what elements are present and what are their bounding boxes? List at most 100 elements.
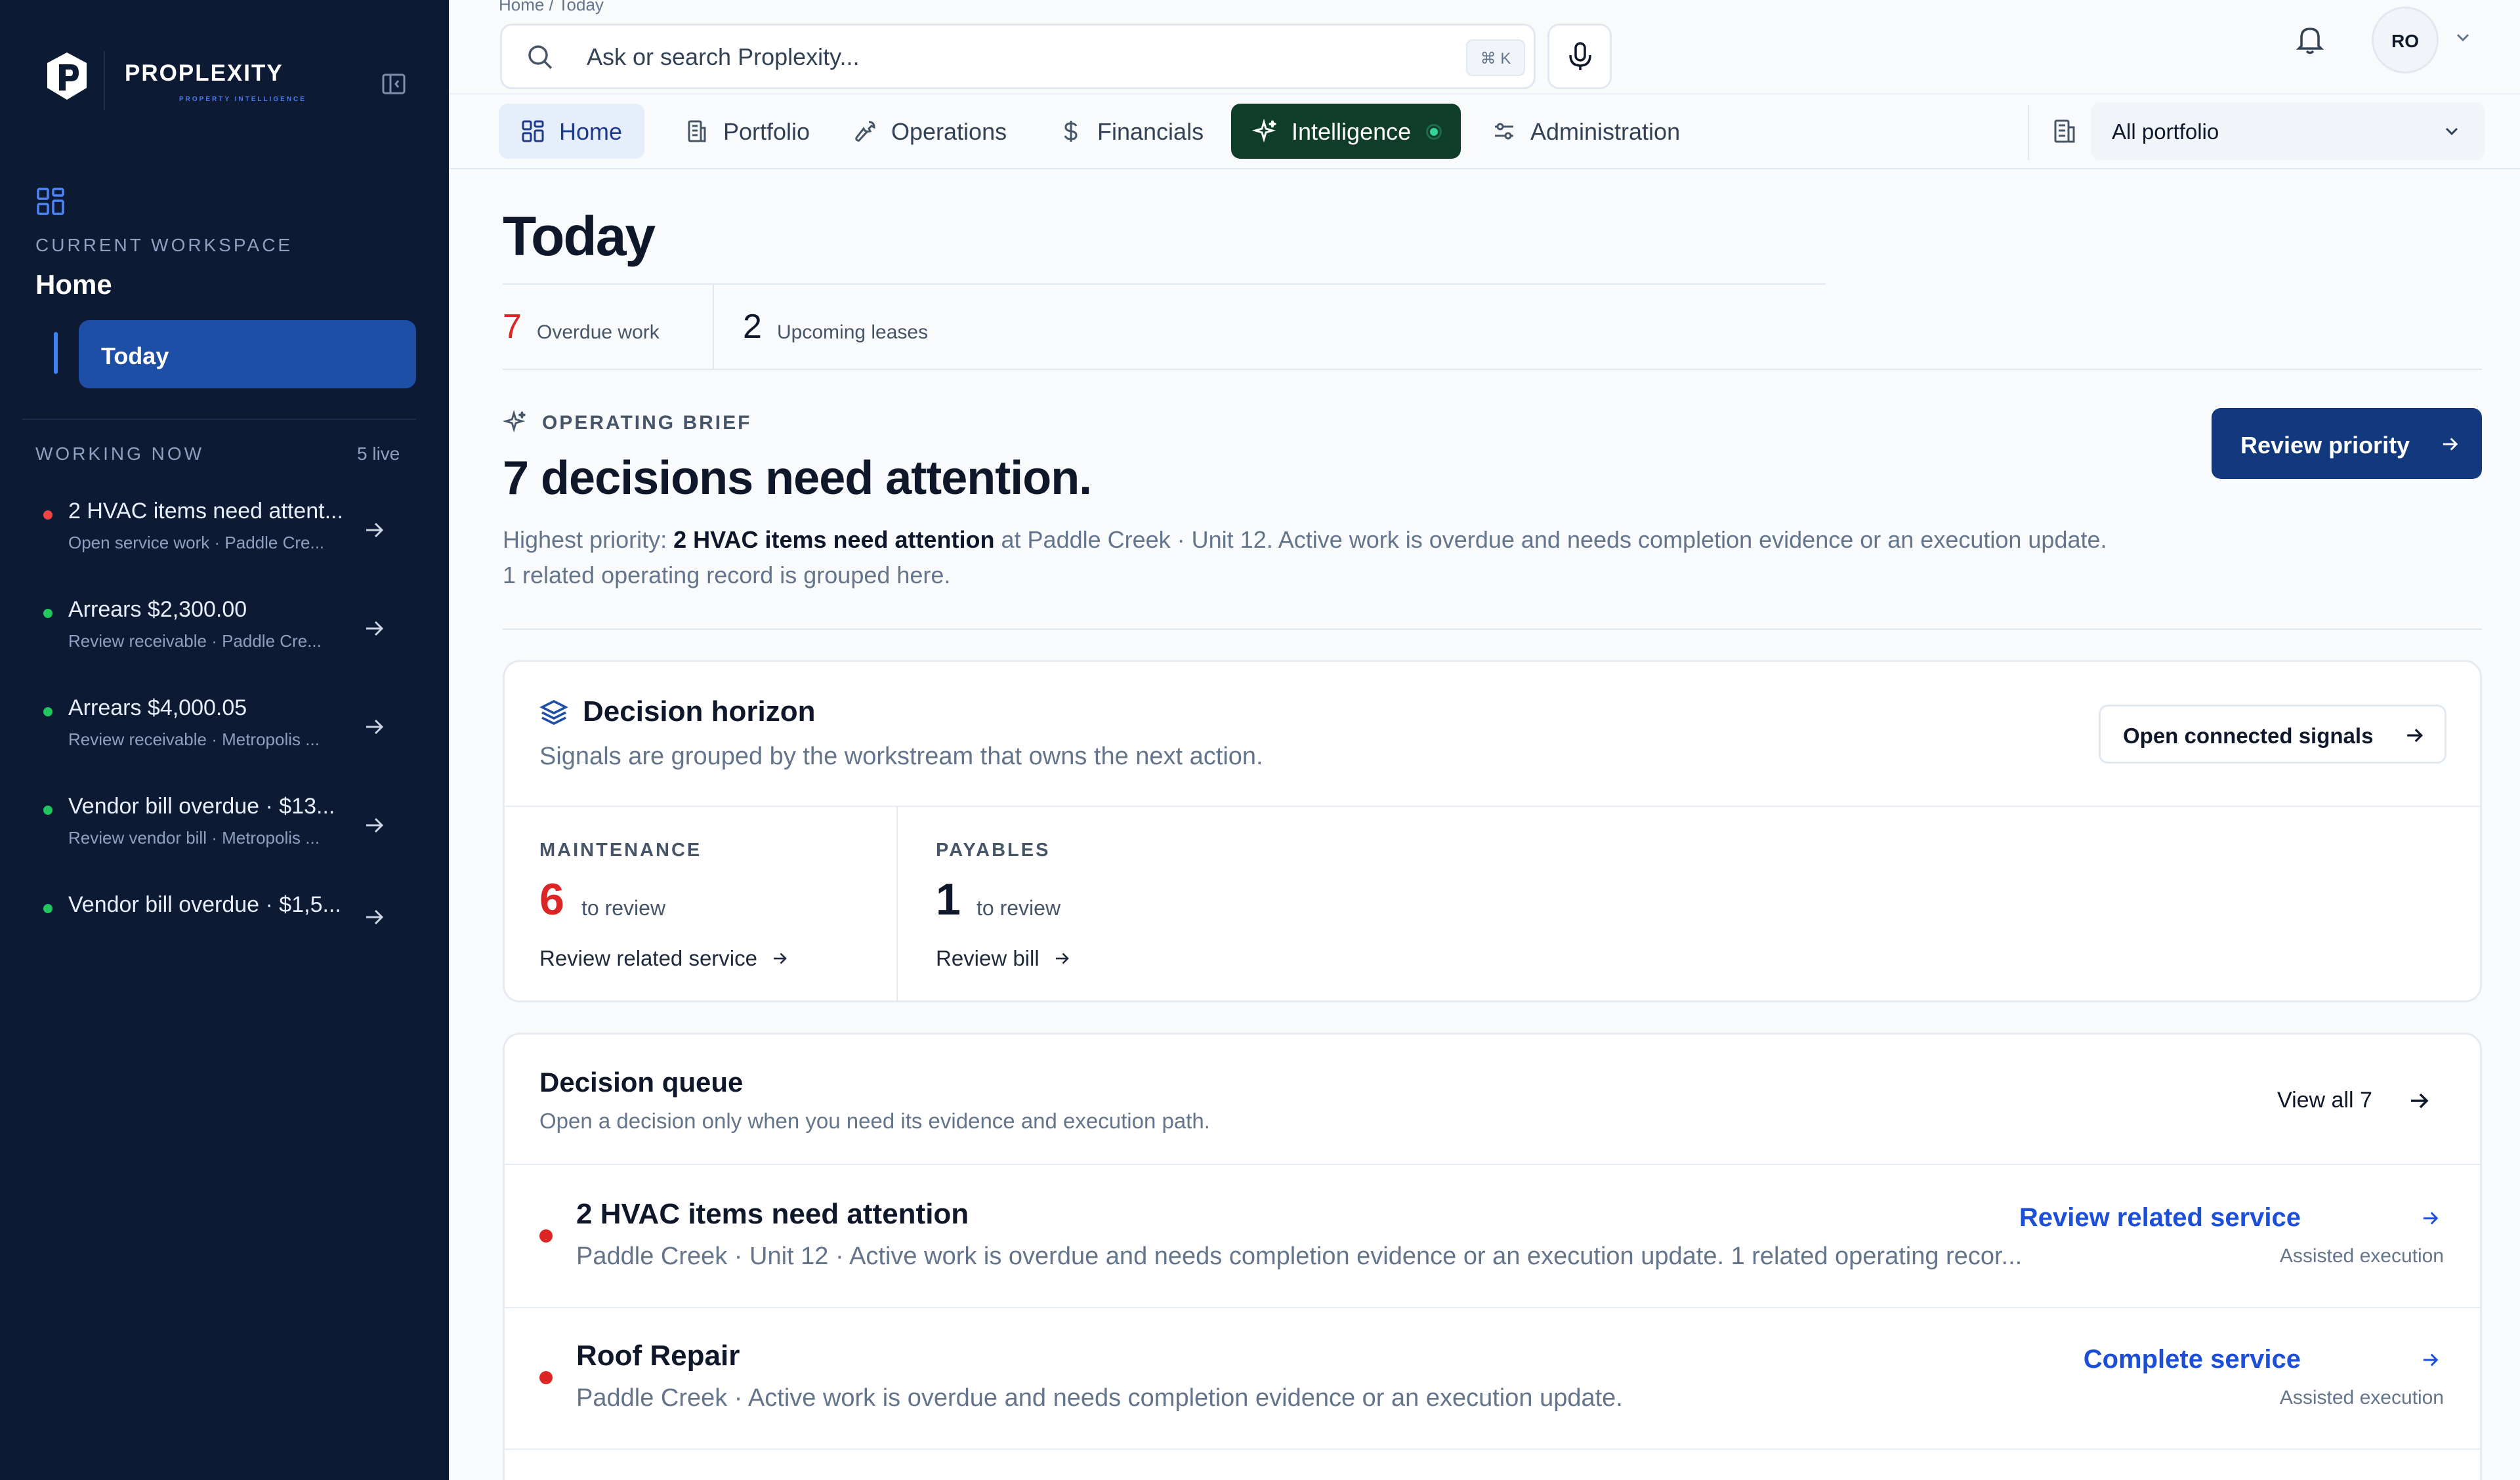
search-icon — [525, 42, 555, 72]
tab-portfolio[interactable]: Portfolio — [663, 104, 820, 159]
priority-dot — [539, 1371, 553, 1384]
review-priority-button[interactable]: Review priority — [2212, 408, 2482, 479]
chevron-down-icon[interactable] — [2453, 28, 2473, 47]
working-item[interactable]: Arrears $2,300.00 Review receivable · Pa… — [35, 597, 416, 669]
tab-administration[interactable]: Administration — [1470, 104, 1713, 159]
upcoming-leases-count[interactable]: 2 — [743, 307, 762, 346]
arrow-right-icon — [1055, 953, 1069, 964]
wrench-icon — [852, 118, 878, 144]
nav-divider — [2028, 105, 2029, 160]
stats-top-divider — [503, 283, 1826, 285]
link-label: Review related service — [539, 946, 757, 970]
tab-home[interactable]: Home — [499, 104, 644, 159]
payables-label: PAYABLES — [936, 840, 1051, 861]
sliders-icon — [1491, 118, 1517, 144]
layers-icon — [539, 698, 568, 727]
working-now-count: 5 live — [357, 443, 400, 464]
sidebar-collapse-icon[interactable] — [381, 71, 407, 97]
tab-label: Portfolio — [723, 118, 810, 145]
tab-financials[interactable]: Financials — [1037, 104, 1227, 159]
building-icon — [684, 118, 710, 144]
working-item[interactable]: Vendor bill overdue · $1,5... — [35, 892, 416, 964]
decision-horizon-title: Decision horizon — [583, 695, 816, 728]
working-item-title: Arrears $4,000.05 — [68, 695, 247, 720]
arrow-right-icon — [2407, 728, 2424, 743]
maintenance-count: 6 — [539, 874, 564, 924]
arrow-right-icon[interactable] — [2419, 1207, 2441, 1229]
sparkle-icon — [503, 409, 528, 434]
tab-label: Financials — [1097, 118, 1204, 145]
sparkle-icon — [1252, 118, 1278, 144]
brand-divider — [104, 51, 105, 110]
brand-tagline: PROPERTY INTELLIGENCE — [179, 96, 306, 103]
status-dot — [43, 609, 52, 618]
tab-intelligence[interactable]: Intelligence — [1231, 104, 1461, 159]
button-label: Open connected signals — [2123, 724, 2374, 748]
working-item[interactable]: 2 HVAC items need attent... Open service… — [35, 499, 416, 571]
status-dot — [43, 707, 52, 716]
review-bill-link[interactable]: Review bill — [936, 946, 1072, 971]
arrow-right-icon — [361, 615, 387, 642]
working-item-subtitle: Review receivable · Metropolis ... — [68, 730, 320, 749]
breadcrumb[interactable]: Home / Today — [499, 0, 604, 15]
queue-item-title[interactable]: 2 HVAC items need attention — [576, 1198, 969, 1231]
sidebar-item-today[interactable]: Today — [79, 320, 416, 388]
working-now-label: WORKING NOW — [35, 443, 205, 464]
live-indicator-dot — [1428, 126, 1440, 138]
open-connected-signals-button[interactable]: Open connected signals — [2099, 705, 2446, 764]
complete-service-action[interactable]: Complete service — [2084, 1345, 2301, 1374]
arrow-right-icon[interactable] — [2419, 1349, 2441, 1371]
queue-item-subtitle: Paddle Creek · Unit 12 · Active work is … — [576, 1243, 2023, 1270]
working-item-title: 2 HVAC items need attent... — [68, 499, 343, 524]
working-item[interactable]: Arrears $4,000.05 Review receivable · Me… — [35, 695, 416, 768]
brand-name: PROPLEXITY — [125, 60, 284, 86]
upcoming-leases-label: Upcoming leases — [777, 321, 929, 343]
payables-count-label: to review — [976, 896, 1061, 920]
arrow-right-icon — [361, 812, 387, 838]
tab-label: Home — [559, 118, 623, 145]
stats-bottom-divider — [503, 369, 2482, 370]
notifications-bell-icon[interactable] — [2293, 22, 2327, 56]
dollar-icon — [1058, 118, 1084, 144]
stats-separator — [713, 285, 714, 369]
portfolio-building-icon — [2050, 117, 2079, 146]
user-avatar[interactable]: RO — [2372, 7, 2439, 73]
microphone-icon — [1566, 41, 1595, 72]
arrow-right-icon[interactable] — [2406, 1088, 2432, 1114]
working-item-subtitle: Open service work · Paddle Cre... — [68, 533, 325, 552]
queue-divider — [505, 1449, 2480, 1450]
home-grid-icon — [520, 118, 546, 144]
arrow-right-icon — [361, 517, 387, 543]
search-placeholder[interactable]: Ask or search Proplexity... — [587, 43, 859, 71]
keyboard-shortcut-badge: ⌘ K — [1466, 39, 1525, 76]
arrow-right-icon — [774, 953, 787, 964]
proplexity-logo — [46, 51, 88, 101]
arrow-right-icon — [361, 904, 387, 930]
sidebar: PROPLEXITY PROPERTY INTELLIGENCE CURRENT… — [0, 0, 449, 1480]
queue-item-title[interactable]: Roof Repair — [576, 1340, 740, 1372]
brief-highlight: 2 HVAC items need attention — [673, 526, 995, 553]
decision-queue-title: Decision queue — [539, 1067, 744, 1098]
status-dot — [43, 510, 52, 520]
workspace-grid-icon — [35, 186, 66, 216]
working-item[interactable]: Vendor bill overdue · $13... Review vend… — [35, 794, 416, 866]
review-related-service-action[interactable]: Review related service — [2019, 1203, 2301, 1233]
tab-operations[interactable]: Operations — [831, 104, 1028, 159]
maintenance-count-label: to review — [581, 896, 666, 920]
link-label: Review bill — [936, 946, 1040, 970]
chevron-down-icon — [2441, 121, 2462, 142]
tab-label: Intelligence — [1292, 118, 1412, 145]
view-all-link[interactable]: View all 7 — [2277, 1088, 2372, 1113]
arrow-right-icon — [361, 714, 387, 740]
brief-title: 7 decisions need attention. — [503, 452, 1092, 504]
working-item-subtitle: Review receivable · Paddle Cre... — [68, 631, 322, 651]
tab-label: Operations — [891, 118, 1007, 145]
operating-brief-label: OPERATING BRIEF — [542, 412, 752, 434]
portfolio-select[interactable]: All portfolio — [2091, 102, 2485, 160]
overdue-work-count[interactable]: 7 — [503, 307, 522, 346]
workspace-name: Home — [35, 269, 112, 300]
page-title: Today — [503, 205, 656, 267]
review-related-service-link[interactable]: Review related service — [539, 946, 789, 971]
execution-mode: Assisted execution — [2279, 1245, 2444, 1267]
working-item-title: Vendor bill overdue · $1,5... — [68, 892, 341, 917]
